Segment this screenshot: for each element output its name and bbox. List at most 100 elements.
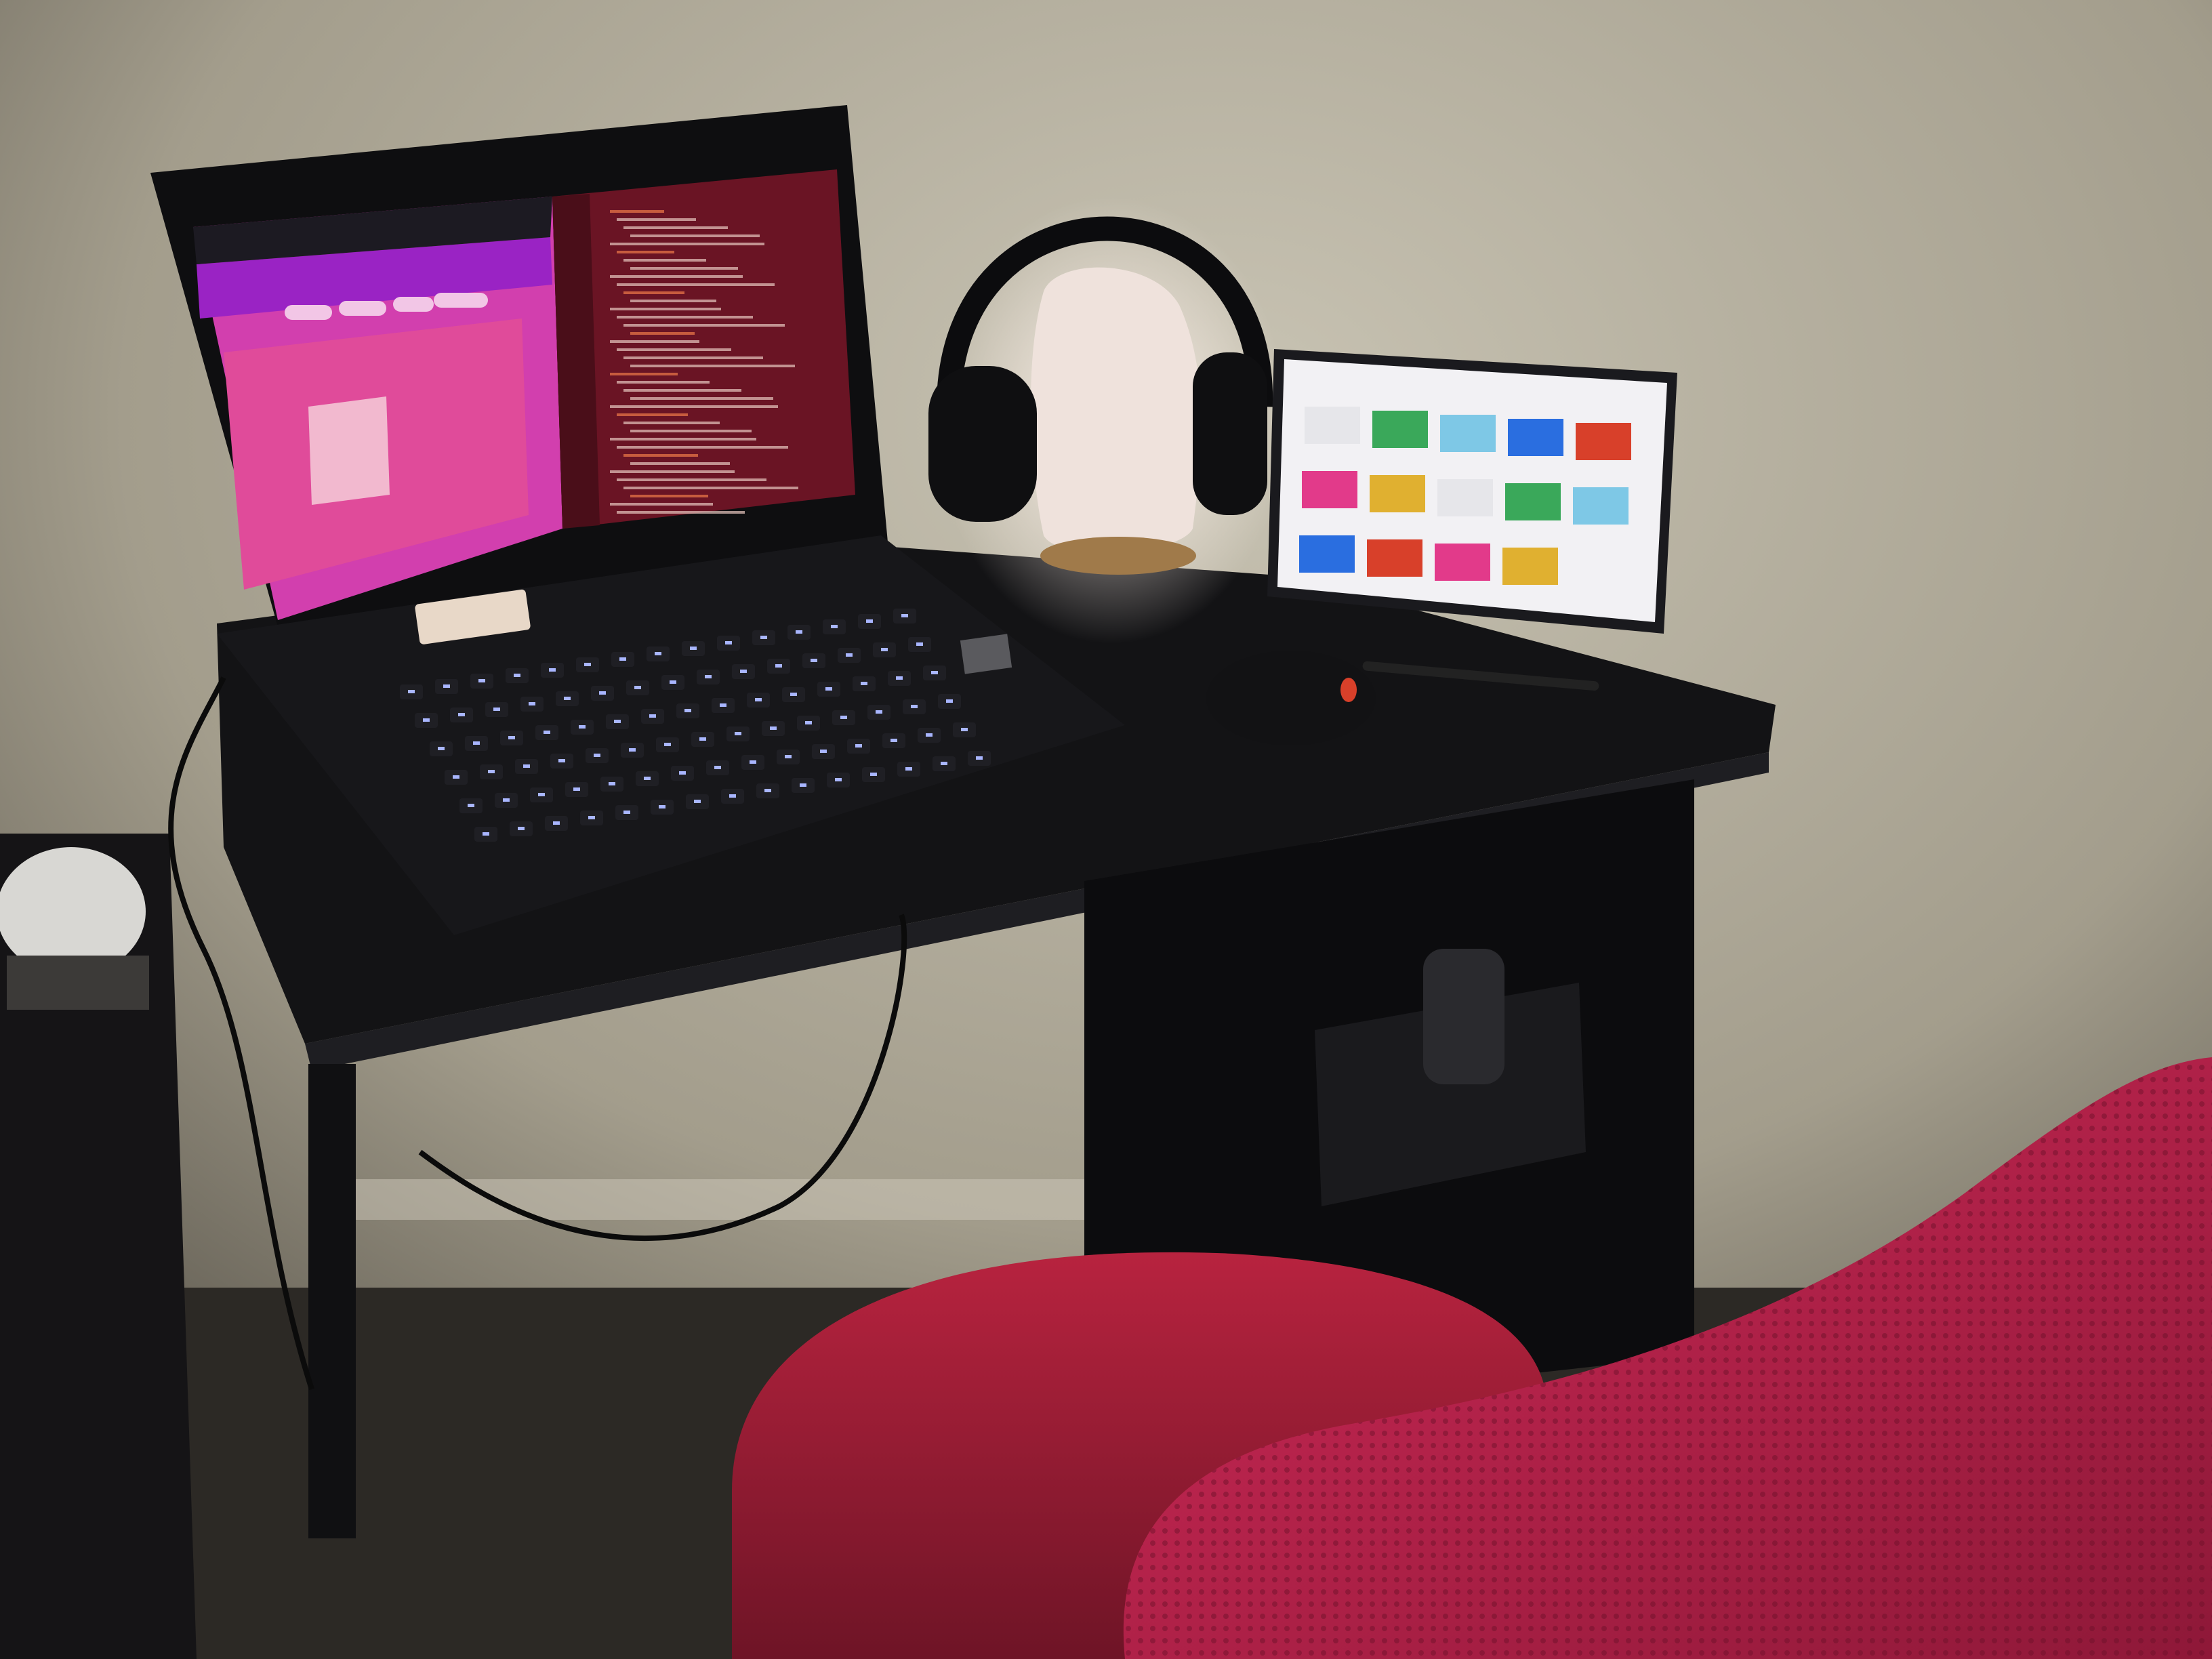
key-backlight [775,664,782,668]
key-backlight [855,744,862,747]
tablet-thumbnail[interactable] [1437,479,1493,516]
key-backlight [679,771,686,775]
key-backlight [881,648,888,651]
editor-code-line [610,308,721,310]
device-on-shelf [1423,949,1504,1084]
key-backlight [831,625,838,628]
key-backlight [594,754,600,757]
tablet-thumbnail[interactable] [1508,419,1563,456]
key-backlight [720,703,726,707]
key-backlight [564,697,571,700]
editor-code-line [617,283,775,286]
editor-code-line [630,462,730,465]
key-backlight [458,713,465,716]
tablet-thumbnail[interactable] [1370,475,1425,512]
key-backlight [870,773,877,776]
editor-code-line [617,446,788,449]
editor-code-line [630,365,795,367]
tablet-thumbnail[interactable] [1505,483,1561,520]
key-backlight [896,676,903,680]
key-backlight [790,693,797,696]
editor-code-line [630,332,695,335]
diffuser-base [7,956,149,1010]
key-backlight [901,614,908,617]
key-backlight [493,708,500,711]
editor-code-line [623,389,741,392]
key-backlight [931,671,938,674]
key-backlight [729,794,736,798]
avatar-image [308,396,390,505]
editor-code-line [610,373,678,375]
key-backlight [846,653,853,657]
key-backlight [820,750,827,753]
key-backlight [423,718,430,722]
key-backlight [468,804,474,807]
key-backlight [725,641,732,644]
key-backlight [800,783,806,787]
headphone-right-cup [1193,352,1267,515]
key-backlight [609,782,615,785]
editor-code-line [623,259,706,262]
tablet-thumbnail[interactable] [1573,487,1629,525]
key-backlight [840,716,847,719]
key-backlight [796,630,802,634]
editor-code-line [617,413,688,416]
key-backlight [861,682,867,685]
key-backlight [690,647,697,650]
editor-code-line [623,422,720,424]
key-backlight [961,728,968,731]
editor-code-line [610,243,764,245]
editor-code-line [617,251,674,253]
tablet-thumbnail[interactable] [1440,415,1496,452]
key-backlight [579,725,586,729]
tablet-thumbnail[interactable] [1372,411,1428,448]
editor-code-line [623,356,763,359]
nav-pill[interactable] [285,305,332,320]
editor-code-line [610,210,664,213]
nav-pill[interactable] [339,301,386,316]
editor-code-line [617,381,710,384]
editor-code-line [610,470,735,473]
key-backlight [453,775,459,779]
key-backlight [473,741,480,745]
salt-lamp [1031,267,1202,553]
editor-code-line [610,438,756,441]
editor-code-line [610,340,699,343]
tablet-thumbnail[interactable] [1299,535,1355,573]
key-backlight [514,674,520,677]
desk-photo-scene [0,0,2212,1659]
key-backlight [599,691,606,695]
key-backlight [558,759,565,762]
key-backlight [694,800,701,803]
nav-pill[interactable] [434,293,488,308]
tablet-thumbnail[interactable] [1502,548,1558,585]
tablet-thumbnail[interactable] [1367,539,1422,577]
tablet-thumbnail[interactable] [1435,544,1490,581]
key-backlight [699,737,706,741]
key-backlight [573,787,580,791]
key-backlight [655,652,661,655]
key-backlight [523,764,530,768]
key-backlight [876,710,882,714]
key-backlight [443,684,450,688]
key-backlight [705,675,712,678]
tablet-thumbnail[interactable] [1302,471,1357,508]
tablet-thumbnail[interactable] [1576,423,1631,460]
key-backlight [755,698,762,701]
editor-code-line [617,218,696,221]
key-backlight [408,690,415,693]
baseboard [319,1179,1098,1220]
editor-code-line [630,430,752,432]
key-backlight [946,699,953,703]
key-backlight [483,832,489,836]
tablet-thumbnail[interactable] [1305,407,1360,444]
key-backlight [508,736,515,739]
fingerprint-pad [960,634,1012,674]
nav-pill[interactable] [393,297,434,312]
key-backlight [911,705,918,708]
key-backlight [549,668,556,672]
key-backlight [770,726,777,730]
key-backlight [684,709,691,712]
key-backlight [438,747,445,750]
key-backlight [518,827,525,830]
